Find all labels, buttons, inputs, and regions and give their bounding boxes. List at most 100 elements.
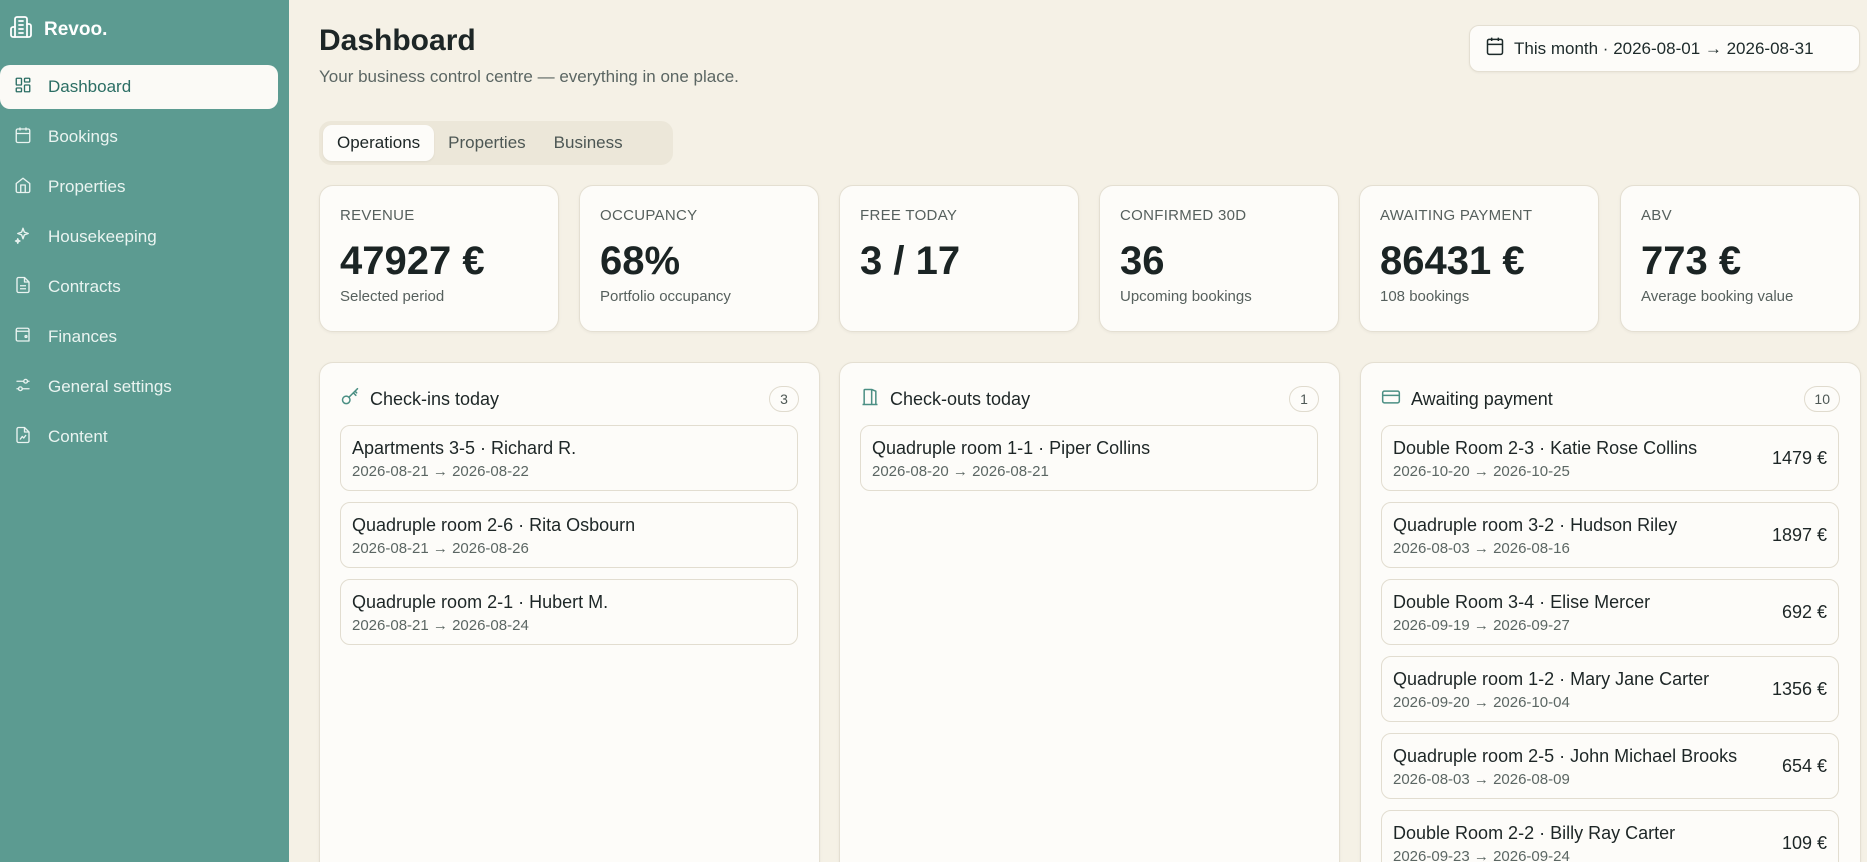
kpi-label: OCCUPANCY: [600, 207, 698, 224]
wallet-icon: [14, 326, 32, 349]
list-item[interactable]: Quadruple room 3-2 · Hudson Riley 2026-0…: [1381, 502, 1839, 568]
date-range-label: This month · 2026-08-01 → 2026-08-31: [1514, 38, 1814, 58]
booking-dates: 2026-09-20 → 2026-10-04: [1393, 694, 1570, 711]
kpi-value: 47927 €: [340, 239, 485, 283]
booking-title: Double Room 3-4 · Elise Mercer: [1393, 592, 1651, 612]
kpi-value: 773 €: [1641, 239, 1742, 283]
booking-amount: 1356 €: [1771, 679, 1827, 699]
sidebar-item-contracts[interactable]: Contracts: [0, 265, 278, 309]
list-item[interactable]: Double Room 2-3 · Katie Rose Collins 202…: [1381, 425, 1839, 491]
sidebar-item-label: Dashboard: [48, 77, 132, 96]
document-icon: [14, 276, 32, 299]
kpi-label: CONFIRMED 30D: [1120, 207, 1247, 224]
panel-header: Awaiting payment 10: [1381, 385, 1840, 413]
kpi-subtext: Average booking value: [1641, 288, 1794, 305]
kpi-subtext: Selected period: [340, 288, 445, 305]
tab-operations[interactable]: Operations: [323, 125, 435, 161]
page-subtitle: Your business control centre — everythin…: [319, 67, 739, 86]
booking-amount: 692 €: [1781, 602, 1827, 622]
booking-title: Quadruple room 1-1 · Piper Collins: [872, 438, 1151, 458]
door-icon: [860, 387, 880, 412]
sidebar-item-label: Bookings: [48, 127, 118, 146]
kpi-value: 36: [1120, 239, 1165, 283]
sparkles-icon: [14, 226, 32, 249]
kpi-card-confirmed-30d: CONFIRMED 30D 36 Upcoming bookings: [1099, 185, 1339, 332]
count-badge: 3: [769, 386, 799, 412]
panel-header: Check-ins today 3: [340, 385, 799, 413]
booking-amount: 1479 €: [1771, 448, 1827, 468]
sidebar-item-housekeeping[interactable]: Housekeeping: [0, 215, 278, 259]
sidebar: Revoo. Dashboard Bookings Properties Hou…: [0, 0, 289, 862]
booking-title: Quadruple room 1-2 · Mary Jane Carter: [1393, 669, 1710, 689]
building-icon: [9, 15, 33, 45]
kpi-label: AWAITING PAYMENT: [1380, 207, 1533, 224]
panel-title: Awaiting payment: [1411, 388, 1553, 409]
booking-dates: 2026-08-20 → 2026-08-21: [872, 463, 1049, 480]
kpi-value: 3 / 17: [860, 239, 961, 283]
kpi-value: 68%: [600, 239, 681, 283]
booking-title: Apartments 3-5 · Richard R.: [352, 438, 577, 458]
kpi-card-abv: ABV 773 € Average booking value: [1620, 185, 1860, 332]
panel-header: Check-outs today 1: [860, 385, 1319, 413]
brand[interactable]: Revoo.: [9, 16, 107, 44]
sidebar-item-label: General settings: [48, 377, 172, 396]
kpi-card-free-today: FREE TODAY 3 / 17: [839, 185, 1079, 332]
panel-title: Check-outs today: [890, 388, 1031, 409]
booking-dates: 2026-09-23 → 2026-09-24: [1393, 848, 1570, 862]
tab-business[interactable]: Business: [540, 125, 637, 161]
kpi-card-revenue: REVENUE 47927 € Selected period: [319, 185, 559, 332]
credit-card-icon: [1381, 387, 1401, 412]
sidebar-item-bookings[interactable]: Bookings: [0, 115, 278, 159]
booking-dates: 2026-08-03 → 2026-08-09: [1393, 771, 1570, 788]
list-item[interactable]: Quadruple room 1-1 · Piper Collins 2026-…: [860, 425, 1318, 491]
page-title: Dashboard: [319, 24, 476, 57]
sidebar-item-properties[interactable]: Properties: [0, 165, 278, 209]
home-icon: [14, 176, 32, 199]
kpi-label: FREE TODAY: [860, 207, 958, 224]
sidebar-item-label: Contracts: [48, 277, 121, 296]
kpi-card-awaiting-payment: AWAITING PAYMENT 86431 € 108 bookings: [1359, 185, 1599, 332]
list-item[interactable]: Quadruple room 2-1 · Hubert M. 2026-08-2…: [340, 579, 798, 645]
booking-title: Double Room 2-2 · Billy Ray Carter: [1393, 823, 1676, 843]
date-range-button[interactable]: This month · 2026-08-01 → 2026-08-31: [1469, 25, 1860, 72]
kpi-card-occupancy: OCCUPANCY 68% Portfolio occupancy: [579, 185, 819, 332]
booking-title: Quadruple room 3-2 · Hudson Riley: [1393, 515, 1678, 535]
sidebar-item-label: Properties: [48, 177, 126, 196]
booking-dates: 2026-08-21 → 2026-08-24: [352, 617, 529, 634]
booking-amount: 654 €: [1781, 756, 1827, 776]
dashboard-icon: [14, 76, 32, 99]
sidebar-item-label: Finances: [48, 327, 117, 346]
sidebar-item-label: Housekeeping: [48, 227, 157, 246]
calendar-icon: [14, 126, 32, 149]
tab-properties[interactable]: Properties: [434, 125, 539, 161]
checkouts-panel: Check-outs today 1 Quadruple room 1-1 · …: [839, 362, 1340, 862]
sliders-icon: [14, 376, 32, 399]
list-item[interactable]: Double Room 2-2 · Billy Ray Carter 2026-…: [1381, 810, 1839, 862]
list-item[interactable]: Double Room 3-4 · Elise Mercer 2026-09-1…: [1381, 579, 1839, 645]
sidebar-item-finances[interactable]: Finances: [0, 315, 278, 359]
kpi-subtext: 108 bookings: [1380, 288, 1470, 305]
kpi-subtext: Upcoming bookings: [1120, 288, 1252, 305]
sidebar-item-label: Content: [48, 427, 108, 446]
tab-bar: Operations Properties Business: [319, 121, 673, 165]
kpi-subtext: Portfolio occupancy: [600, 288, 731, 305]
list-item[interactable]: Apartments 3-5 · Richard R. 2026-08-21 →…: [340, 425, 798, 491]
sidebar-item-content[interactable]: Content: [0, 415, 278, 459]
list-item[interactable]: Quadruple room 1-2 · Mary Jane Carter 20…: [1381, 656, 1839, 722]
booking-dates: 2026-08-21 → 2026-08-26: [352, 540, 529, 557]
list-item[interactable]: Quadruple room 2-6 · Rita Osbourn 2026-0…: [340, 502, 798, 568]
checkins-panel: Check-ins today 3 Apartments 3-5 · Richa…: [319, 362, 820, 862]
count-badge: 1: [1289, 386, 1319, 412]
booking-dates: 2026-08-03 → 2026-08-16: [1393, 540, 1570, 557]
list-item[interactable]: Quadruple room 2-5 · John Michael Brooks…: [1381, 733, 1839, 799]
key-icon: [340, 387, 360, 412]
booking-title: Quadruple room 2-5 · John Michael Brooks: [1393, 746, 1738, 766]
content-icon: [14, 426, 32, 449]
brand-name: Revoo.: [44, 19, 108, 40]
kpi-label: REVENUE: [340, 207, 415, 224]
calendar-icon: [1485, 36, 1505, 61]
sidebar-item-dashboard[interactable]: Dashboard: [0, 65, 278, 109]
sidebar-item-general-settings[interactable]: General settings: [0, 365, 278, 409]
booking-dates: 2026-10-20 → 2026-10-25: [1393, 463, 1570, 480]
booking-amount: 109 €: [1781, 833, 1827, 853]
